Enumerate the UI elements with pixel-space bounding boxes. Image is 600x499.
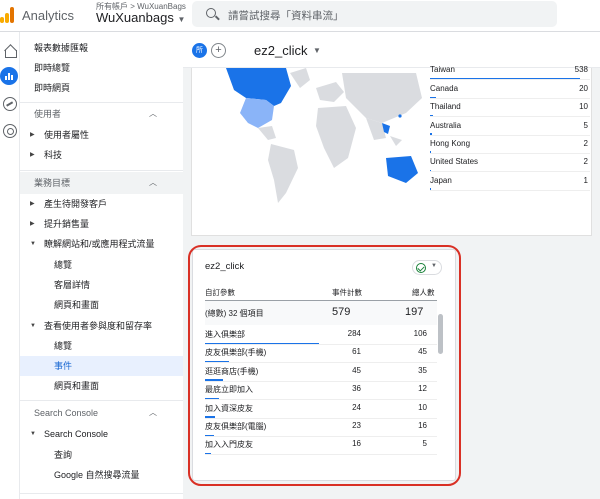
- sidebar-item-traffic-pages[interactable]: 網頁和畫面: [20, 295, 183, 315]
- expand-arrow-icon: ▶: [30, 201, 35, 207]
- country-map-card: Taiwan 538 Canada 20 Thailand 10 Australia 5 Hon…: [191, 65, 592, 236]
- country-value: 20: [579, 84, 588, 93]
- sidebar-item-tech[interactable]: ▶ 科技: [20, 145, 183, 165]
- collapse-arrow-icon: ▼: [30, 241, 36, 247]
- sidebar-item-demographics[interactable]: 客層詳情: [20, 275, 183, 295]
- sidebar-item-user-attributes[interactable]: ▶ 使用者屬性: [20, 125, 183, 145]
- section-business-goals[interactable]: 業務目標 ︿: [20, 172, 183, 194]
- sidebar-item-realtime-pages[interactable]: 即時網頁: [20, 78, 183, 98]
- country-value: 538: [574, 65, 588, 74]
- sidebar-item-events[interactable]: 事件: [20, 356, 183, 376]
- chevron-up-icon: ︿: [149, 408, 157, 417]
- country-name: Canada: [430, 84, 459, 93]
- share-bar: [430, 133, 432, 135]
- brand-name: Analytics: [22, 8, 75, 23]
- country-row[interactable]: Australia 5: [430, 118, 590, 136]
- property-selector[interactable]: WuXuanbags ▼: [96, 10, 185, 25]
- add-comparison-button[interactable]: +: [211, 43, 226, 58]
- country-row[interactable]: Taiwan 538: [430, 62, 590, 80]
- country-row[interactable]: Thailand 10: [430, 99, 590, 118]
- divider: [20, 493, 183, 494]
- sidebar-item-engagement-overview[interactable]: 總覽: [20, 336, 183, 356]
- sidebar-item-traffic[interactable]: ▼ 瞭解網站和/或應用程式流量: [20, 234, 183, 254]
- country-value: 2: [583, 138, 588, 148]
- share-bar: [430, 151, 431, 153]
- caret-down-icon[interactable]: ▼: [313, 46, 321, 55]
- expand-arrow-icon: ▶: [30, 221, 35, 227]
- share-bar: [430, 188, 431, 190]
- main-content: 所 + ez2_click ▼ Taiwan 538 Canada 20 Thailan…: [183, 32, 600, 499]
- sidebar-item-traffic-overview[interactable]: 總覽: [20, 255, 183, 275]
- country-name: Thailand: [430, 102, 461, 112]
- divider: [20, 170, 183, 171]
- share-bar: [430, 169, 431, 172]
- country-name: Taiwan: [430, 65, 455, 74]
- country-row[interactable]: United States 2: [430, 154, 590, 173]
- country-name: United States: [430, 157, 479, 167]
- property-name: WuXuanbags: [96, 10, 174, 25]
- country-row[interactable]: Japan 1: [430, 173, 590, 191]
- home-icon[interactable]: [3, 44, 17, 58]
- top-bar: Analytics 所有帳戶 > WuXuanBags WuXuanbags ▼…: [0, 0, 600, 32]
- section-user[interactable]: 使用者 ︿: [20, 103, 183, 125]
- country-value: 1: [583, 175, 588, 185]
- sidebar-item-realtime-overview[interactable]: 即時總覽: [20, 58, 183, 78]
- nav-rail: [0, 32, 20, 499]
- comparison-all-chip[interactable]: 所: [192, 43, 207, 58]
- sidebar: 報表數據匯報 即時總覽 即時網頁 使用者 ︿ ▶ 使用者屬性 ▶ 科技 業務目標 ︿ ▶…: [20, 32, 183, 499]
- expand-arrow-icon: ▶: [30, 152, 35, 158]
- sidebar-item-engagement-pages[interactable]: 網頁和畫面: [20, 376, 183, 396]
- country-value: 2: [583, 157, 588, 167]
- country-name: Hong Kong: [430, 138, 471, 148]
- caret-down-icon: ▼: [177, 15, 186, 24]
- advertising-icon[interactable]: [3, 124, 17, 138]
- country-value: 10: [579, 102, 588, 112]
- share-bar: [430, 77, 580, 79]
- share-bar: [430, 96, 436, 98]
- collapse-arrow-icon: ▼: [30, 323, 36, 329]
- country-name: Japan: [430, 175, 452, 185]
- country-value: 5: [583, 120, 588, 130]
- section-search-console[interactable]: Search Console ︿: [20, 402, 183, 424]
- chevron-up-icon: ︿: [149, 178, 157, 187]
- explore-icon[interactable]: [3, 97, 17, 111]
- search-box[interactable]: 請嘗試搜尋「資料串流」: [192, 1, 557, 27]
- reports-icon[interactable]: [0, 67, 18, 85]
- divider: [20, 400, 183, 401]
- sidebar-item-snapshot[interactable]: 報表數據匯報: [20, 38, 183, 58]
- country-row[interactable]: Canada 20: [430, 81, 590, 99]
- page-title: ez2_click: [254, 43, 308, 58]
- world-map[interactable]: [206, 68, 426, 218]
- country-row[interactable]: Hong Kong 2: [430, 136, 590, 154]
- search-icon: [206, 8, 216, 18]
- highlight-outline: [188, 245, 461, 486]
- collapse-arrow-icon: ▼: [30, 431, 36, 437]
- share-bar: [430, 114, 433, 117]
- expand-arrow-icon: ▶: [30, 132, 35, 138]
- search-placeholder: 請嘗試搜尋「資料串流」: [228, 10, 344, 22]
- sidebar-item-sales[interactable]: ▶ 提升銷售量: [20, 214, 183, 234]
- sidebar-item-queries[interactable]: 查詢: [20, 445, 183, 465]
- sidebar-item-engagement[interactable]: ▼ 查看使用者參與度和留存率: [20, 316, 183, 336]
- sidebar-item-leads[interactable]: ▶ 產生待開發客戶: [20, 194, 183, 214]
- country-name: Australia: [430, 120, 462, 130]
- chevron-up-icon: ︿: [149, 109, 157, 118]
- sidebar-item-search-console[interactable]: ▼ Search Console: [20, 424, 183, 444]
- analytics-logo-icon: [0, 7, 14, 23]
- sidebar-item-organic-search[interactable]: Google 自然搜尋流量: [20, 465, 183, 485]
